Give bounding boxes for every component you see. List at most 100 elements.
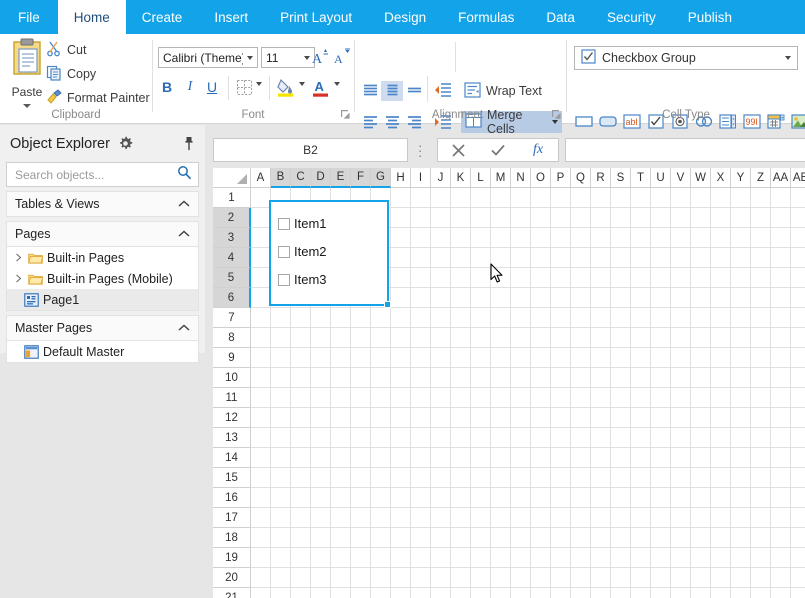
cell-L16[interactable] xyxy=(471,488,491,508)
cell-F9[interactable] xyxy=(351,348,371,368)
cell-R10[interactable] xyxy=(591,368,611,388)
cell-I19[interactable] xyxy=(411,548,431,568)
row-header-21[interactable]: 21 xyxy=(213,588,251,598)
cell-V16[interactable] xyxy=(671,488,691,508)
cell-Y14[interactable] xyxy=(731,448,751,468)
cell-M4[interactable] xyxy=(491,248,511,268)
cell-Y15[interactable] xyxy=(731,468,751,488)
cell-O10[interactable] xyxy=(531,368,551,388)
cell-J21[interactable] xyxy=(431,588,451,598)
cell-H5[interactable] xyxy=(391,268,411,288)
cell-F7[interactable] xyxy=(351,308,371,328)
cell-D17[interactable] xyxy=(311,508,331,528)
cell-Q15[interactable] xyxy=(571,468,591,488)
cell-S2[interactable] xyxy=(611,208,631,228)
cell-Z9[interactable] xyxy=(751,348,771,368)
cell-H16[interactable] xyxy=(391,488,411,508)
cell-C20[interactable] xyxy=(291,568,311,588)
cell-P19[interactable] xyxy=(551,548,571,568)
cell-E18[interactable] xyxy=(331,528,351,548)
tab-home[interactable]: Home xyxy=(57,0,126,34)
cell-A19[interactable] xyxy=(251,548,271,568)
cell-X2[interactable] xyxy=(711,208,731,228)
cell-R3[interactable] xyxy=(591,228,611,248)
cell-A10[interactable] xyxy=(251,368,271,388)
cell-O4[interactable] xyxy=(531,248,551,268)
cell-P4[interactable] xyxy=(551,248,571,268)
column-header-u[interactable]: U xyxy=(651,168,671,188)
cell-Y10[interactable] xyxy=(731,368,751,388)
cell-L4[interactable] xyxy=(471,248,491,268)
cell-H9[interactable] xyxy=(391,348,411,368)
cell-P18[interactable] xyxy=(551,528,571,548)
cell-Z16[interactable] xyxy=(751,488,771,508)
cell-H21[interactable] xyxy=(391,588,411,598)
cell-A8[interactable] xyxy=(251,328,271,348)
cell-N1[interactable] xyxy=(511,188,531,208)
cell-S11[interactable] xyxy=(611,388,631,408)
cell-F14[interactable] xyxy=(351,448,371,468)
cell-Y6[interactable] xyxy=(731,288,751,308)
column-header-z[interactable]: Z xyxy=(751,168,771,188)
cell-S15[interactable] xyxy=(611,468,631,488)
cell-M8[interactable] xyxy=(491,328,511,348)
cell-W11[interactable] xyxy=(691,388,711,408)
cell-AA4[interactable] xyxy=(771,248,791,268)
cell-E14[interactable] xyxy=(331,448,351,468)
cell-E20[interactable] xyxy=(331,568,351,588)
cell-I15[interactable] xyxy=(411,468,431,488)
cell-AA8[interactable] xyxy=(771,328,791,348)
row-header-17[interactable]: 17 xyxy=(213,508,251,528)
row-header-1[interactable]: 1 xyxy=(213,188,251,208)
cell-D10[interactable] xyxy=(311,368,331,388)
cell-Z20[interactable] xyxy=(751,568,771,588)
cell-K20[interactable] xyxy=(451,568,471,588)
cell-W2[interactable] xyxy=(691,208,711,228)
cell-Q10[interactable] xyxy=(571,368,591,388)
format-painter-button[interactable]: Format Painter xyxy=(46,88,150,108)
cell-R6[interactable] xyxy=(591,288,611,308)
italic-button[interactable]: I xyxy=(181,77,199,97)
cell-N6[interactable] xyxy=(511,288,531,308)
column-header-e[interactable]: E xyxy=(331,168,351,188)
cell-K9[interactable] xyxy=(451,348,471,368)
cell-W12[interactable] xyxy=(691,408,711,428)
row-header-3[interactable]: 3 xyxy=(213,228,251,248)
tab-file[interactable]: File xyxy=(0,0,58,34)
cell-P8[interactable] xyxy=(551,328,571,348)
cell-V20[interactable] xyxy=(671,568,691,588)
checkbox-group-widget[interactable]: Item1 Item2 Item3 xyxy=(269,200,391,308)
fill-color-button[interactable] xyxy=(275,75,297,99)
font-color-dropdown-caret-icon[interactable] xyxy=(332,82,342,86)
cell-I5[interactable] xyxy=(411,268,431,288)
cell-O7[interactable] xyxy=(531,308,551,328)
pin-icon[interactable] xyxy=(183,136,195,152)
cell-T9[interactable] xyxy=(631,348,651,368)
cell-H15[interactable] xyxy=(391,468,411,488)
cell-Q11[interactable] xyxy=(571,388,591,408)
cell-A21[interactable] xyxy=(251,588,271,598)
cell-Z19[interactable] xyxy=(751,548,771,568)
column-header-y[interactable]: Y xyxy=(731,168,751,188)
checkbox-icon[interactable] xyxy=(278,273,290,286)
cell-T12[interactable] xyxy=(631,408,651,428)
cell-T14[interactable] xyxy=(631,448,651,468)
cell-A9[interactable] xyxy=(251,348,271,368)
cell-Z1[interactable] xyxy=(751,188,771,208)
cell-K17[interactable] xyxy=(451,508,471,528)
tab-create[interactable]: Create xyxy=(126,0,199,34)
column-header-b[interactable]: B xyxy=(271,168,291,188)
cell-N15[interactable] xyxy=(511,468,531,488)
column-header-o[interactable]: O xyxy=(531,168,551,188)
cell-H8[interactable] xyxy=(391,328,411,348)
spreadsheet-grid[interactable]: A B C D E F G H I J K L M N O P Q R S T U V W X Y Z AA AB 123456789… xyxy=(213,168,805,598)
cell-S8[interactable] xyxy=(611,328,631,348)
cell-L5[interactable] xyxy=(471,268,491,288)
row-header-11[interactable]: 11 xyxy=(213,388,251,408)
cell-M17[interactable] xyxy=(491,508,511,528)
cell-AA9[interactable] xyxy=(771,348,791,368)
row-header-6[interactable]: 6 xyxy=(213,288,251,308)
cell-A20[interactable] xyxy=(251,568,271,588)
cell-B11[interactable] xyxy=(271,388,291,408)
cell-W15[interactable] xyxy=(691,468,711,488)
